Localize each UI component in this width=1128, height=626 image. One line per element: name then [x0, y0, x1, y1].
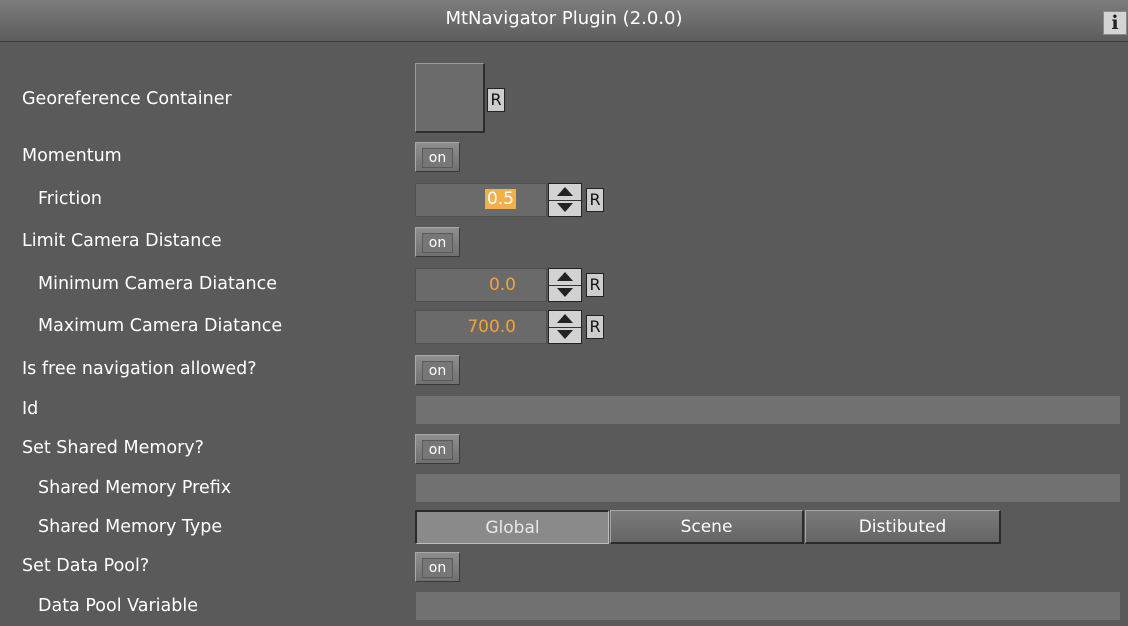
minimum-camera-distance-reset-button[interactable]: R — [586, 273, 604, 297]
friction-decrement-icon[interactable] — [549, 200, 581, 216]
friction-field[interactable]: 0.5 — [415, 183, 547, 217]
id-input[interactable] — [415, 395, 1121, 425]
minimum-camera-distance-field[interactable]: 0.0 — [415, 268, 547, 302]
momentum-toggle[interactable]: on — [415, 142, 460, 172]
minimum-camera-distance-value: 0.0 — [488, 275, 516, 295]
minimum-camera-distance-decrement-icon[interactable] — [549, 285, 581, 301]
limit-camera-distance-toggle[interactable]: on — [415, 227, 460, 257]
georeference-container-reset-button[interactable]: R — [487, 88, 505, 112]
maximum-camera-distance-label: Maximum Camera Diatance — [38, 316, 283, 336]
friction-label: Friction — [38, 189, 102, 209]
free-navigation-label: Is free navigation allowed? — [22, 359, 257, 379]
id-label: Id — [22, 399, 39, 419]
shared-memory-type-distributed-button[interactable]: Distibuted — [805, 510, 1001, 544]
friction-spinner[interactable] — [548, 183, 582, 217]
friction-increment-icon[interactable] — [549, 184, 581, 201]
free-navigation-toggle-label: on — [422, 361, 453, 381]
georeference-container-label: Georeference Container — [22, 89, 232, 109]
maximum-camera-distance-field[interactable]: 700.0 — [415, 310, 547, 344]
maximum-camera-distance-decrement-icon[interactable] — [549, 327, 581, 343]
limit-camera-distance-label: Limit Camera Distance — [22, 231, 222, 251]
shared-memory-type-scene-button[interactable]: Scene — [610, 510, 804, 544]
shared-memory-type-global-button[interactable]: Global — [415, 510, 609, 544]
friction-value: 0.5 — [484, 189, 516, 209]
limit-camera-distance-toggle-label: on — [422, 233, 453, 253]
momentum-label: Momentum — [22, 146, 122, 166]
shared-memory-type-label: Shared Memory Type — [38, 517, 223, 537]
plugin-title-bar: MtNavigator Plugin (2.0.0) i — [0, 0, 1128, 42]
maximum-camera-distance-value: 700.0 — [467, 317, 516, 337]
set-shared-memory-label: Set Shared Memory? — [22, 438, 204, 458]
georeference-container-drop-target[interactable] — [415, 63, 485, 133]
maximum-camera-distance-spinner[interactable] — [548, 310, 582, 344]
set-shared-memory-toggle[interactable]: on — [415, 434, 460, 464]
maximum-camera-distance-reset-button[interactable]: R — [586, 315, 604, 339]
minimum-camera-distance-spinner[interactable] — [548, 268, 582, 302]
set-data-pool-toggle-label: on — [422, 558, 453, 578]
data-pool-variable-label: Data Pool Variable — [38, 596, 198, 616]
set-shared-memory-toggle-label: on — [422, 440, 453, 460]
maximum-camera-distance-increment-icon[interactable] — [549, 311, 581, 328]
minimum-camera-distance-increment-icon[interactable] — [549, 269, 581, 286]
free-navigation-toggle[interactable]: on — [415, 355, 460, 385]
friction-reset-button[interactable]: R — [586, 188, 604, 212]
plugin-title: MtNavigator Plugin (2.0.0) — [445, 8, 683, 29]
shared-memory-prefix-label: Shared Memory Prefix — [38, 478, 232, 498]
set-data-pool-toggle[interactable]: on — [415, 552, 460, 582]
info-button[interactable]: i — [1103, 11, 1127, 35]
minimum-camera-distance-label: Minimum Camera Diatance — [38, 274, 278, 294]
data-pool-variable-input[interactable] — [415, 591, 1121, 621]
shared-memory-prefix-input[interactable] — [415, 473, 1121, 503]
set-data-pool-label: Set Data Pool? — [22, 556, 150, 576]
momentum-toggle-label: on — [422, 148, 453, 168]
